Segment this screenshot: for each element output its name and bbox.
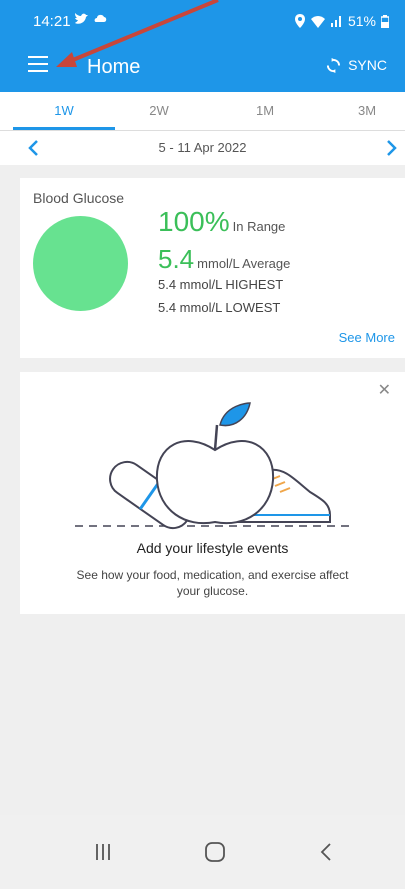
in-range-label: In Range	[232, 219, 286, 234]
date-navigator: 5 - 11 Apr 2022	[0, 131, 405, 165]
home-icon[interactable]	[200, 839, 230, 865]
date-range: 5 - 11 Apr 2022	[158, 140, 247, 155]
signal-icon	[330, 16, 341, 27]
tab-1m[interactable]: 1M	[235, 103, 295, 118]
sync-button[interactable]: SYNC	[326, 57, 387, 73]
wifi-icon	[310, 15, 325, 28]
see-more-link[interactable]: See More	[339, 330, 395, 345]
recent-apps-icon[interactable]	[88, 839, 118, 865]
chevron-right-icon[interactable]	[384, 138, 398, 158]
lifestyle-title: Add your lifestyle events	[136, 540, 289, 556]
average-label: mmol/L Average	[197, 256, 291, 271]
status-time: 14:21	[33, 13, 71, 30]
cloud-icon	[94, 14, 107, 22]
battery-icon	[381, 14, 389, 28]
card-title: Blood Glucose	[33, 190, 125, 206]
in-range-stat: 100% In Range	[158, 206, 285, 238]
lifestyle-subtitle: See how your food, medication, and exerc…	[76, 568, 349, 598]
period-tabs: 1W 2W 1M 3M	[0, 92, 405, 131]
page-title: Home	[87, 56, 141, 78]
location-icon	[294, 14, 305, 28]
system-navigation-bar	[0, 815, 405, 889]
average-value: 5.4	[158, 244, 195, 274]
twitter-icon	[75, 13, 88, 24]
status-notification-icons	[74, 12, 108, 26]
highest-stat: 5.4 mmol/L HIGHEST	[158, 277, 284, 292]
close-icon[interactable]: ✕	[378, 380, 391, 400]
average-stat: 5.4 mmol/L Average	[158, 244, 290, 275]
lowest-stat: 5.4 mmol/L LOWEST	[158, 300, 281, 315]
menu-icon[interactable]	[28, 56, 48, 72]
tab-3m[interactable]: 3M	[337, 103, 397, 118]
status-system-icons: 51%	[294, 13, 389, 29]
apple-icon	[155, 402, 275, 525]
tab-2w[interactable]: 2W	[129, 103, 189, 118]
back-icon[interactable]	[312, 839, 342, 865]
lifestyle-illustration	[75, 402, 355, 530]
sync-label: SYNC	[348, 57, 387, 73]
lifestyle-card: ✕ Add your lifestyle events See how your…	[20, 372, 405, 614]
in-range-circle	[33, 216, 128, 311]
blood-glucose-card[interactable]: Blood Glucose 100% In Range 5.4 mmol/L Ave…	[20, 178, 405, 358]
active-tab-indicator	[13, 127, 115, 130]
in-range-value: 100%	[158, 206, 230, 237]
battery-percent: 51%	[347, 13, 376, 29]
app-bar: 14:21 51% Home SYNC	[0, 0, 405, 92]
sync-icon	[327, 57, 341, 73]
tab-1w[interactable]: 1W	[34, 103, 94, 118]
